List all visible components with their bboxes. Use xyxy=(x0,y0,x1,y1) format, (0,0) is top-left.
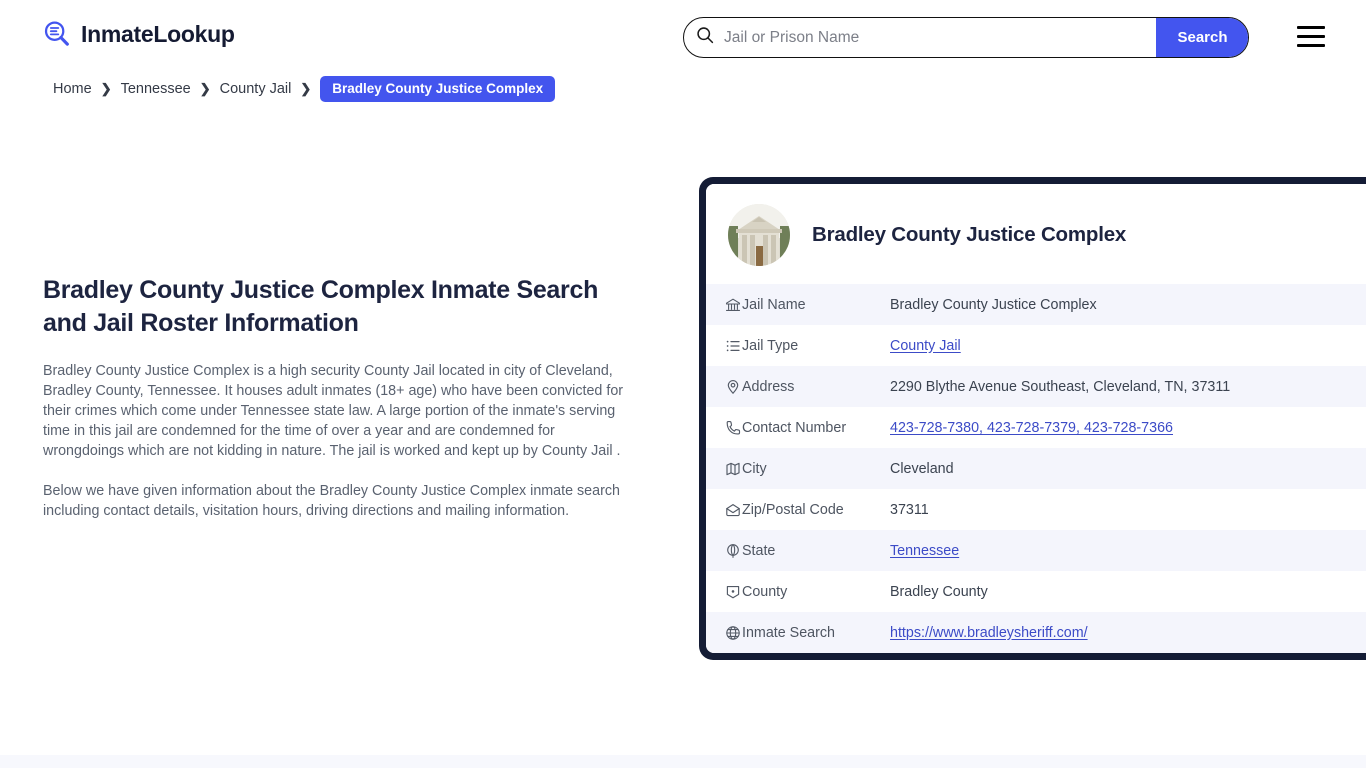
search-input[interactable] xyxy=(714,18,1156,57)
table-row: County Bradley County xyxy=(706,571,1366,612)
table-row: Jail Type County Jail xyxy=(706,325,1366,366)
row-label: Address xyxy=(742,378,795,395)
globe-pin-icon xyxy=(706,530,742,571)
row-label: State xyxy=(742,542,776,559)
article-column: Bradley County Justice Complex Inmate Se… xyxy=(43,274,643,521)
breadcrumb-item-current: Bradley County Justice Complex xyxy=(320,76,556,102)
page-title: Bradley County Justice Complex Inmate Se… xyxy=(43,276,599,337)
description-paragraph-1: Bradley County Justice Complex is a high… xyxy=(43,363,624,459)
courthouse-photo xyxy=(728,204,790,266)
county-icon xyxy=(706,571,742,612)
globe-icon xyxy=(706,612,742,653)
breadcrumb: Home ❯ Tennessee ❯ County Jail ❯ Bradley… xyxy=(53,76,556,102)
table-row: Jail Name Bradley County Justice Complex xyxy=(706,284,1366,325)
row-label: Contact Number xyxy=(742,419,847,436)
map-icon xyxy=(706,448,742,489)
hamburger-menu-icon[interactable] xyxy=(1297,26,1325,47)
facility-info-card: Bradley County Justice Complex Jail Name… xyxy=(699,177,1366,660)
brand-name: InmateLookup xyxy=(81,21,235,47)
row-value: Bradley County Justice Complex xyxy=(890,296,1097,313)
row-value: https://www.bradleysheriff.com/ xyxy=(890,612,1366,653)
search-button[interactable]: Search xyxy=(1156,18,1248,57)
brand-logo[interactable]: InmateLookup xyxy=(42,19,235,49)
envelope-icon xyxy=(706,489,742,530)
row-value: Tennessee xyxy=(890,530,1366,571)
row-label: Jail Name xyxy=(742,296,806,313)
row-value: Bradley County xyxy=(890,583,988,600)
inmate-search-link[interactable]: https://www.bradleysheriff.com/ xyxy=(890,625,1088,641)
chevron-right-icon: ❯ xyxy=(199,81,211,96)
table-row: City Cleveland xyxy=(706,448,1366,489)
row-label: Zip/Postal Code xyxy=(742,501,844,518)
row-label: County xyxy=(742,583,788,600)
magnifier-list-icon xyxy=(42,19,72,49)
table-row: State Tennessee xyxy=(706,530,1366,571)
table-row: Contact Number 423-728-7380, 423-728-737… xyxy=(706,407,1366,448)
row-label: Jail Type xyxy=(742,337,799,354)
search-bar[interactable]: Search xyxy=(683,17,1249,58)
description-paragraph-2: Below we have given information about th… xyxy=(43,483,620,519)
search-icon xyxy=(684,26,714,49)
table-row: Inmate Search https://www.bradleysheriff… xyxy=(706,612,1366,653)
row-label: City xyxy=(742,460,767,477)
table-row: Address 2290 Blythe Avenue Southeast, Cl… xyxy=(706,366,1366,407)
breadcrumb-item-home[interactable]: Home xyxy=(53,81,92,97)
chevron-right-icon: ❯ xyxy=(300,81,312,96)
phone-icon xyxy=(706,407,742,448)
list-icon xyxy=(706,325,742,366)
state-link[interactable]: Tennessee xyxy=(890,543,959,559)
table-row: Zip/Postal Code 37311 xyxy=(706,489,1366,530)
row-label: Inmate Search xyxy=(742,624,835,641)
row-value: County Jail xyxy=(890,325,1366,366)
page-bottom-band xyxy=(0,755,1366,768)
facility-info-table: Jail Name Bradley County Justice Complex… xyxy=(706,284,1366,653)
card-title: Bradley County Justice Complex xyxy=(812,223,1127,246)
breadcrumb-item-tennessee[interactable]: Tennessee xyxy=(121,81,191,97)
row-value: 423-728-7380, 423-728-7379, 423-728-7366 xyxy=(890,407,1366,448)
site-header: InmateLookup Search xyxy=(0,0,1366,74)
row-value: 37311 xyxy=(890,501,929,518)
jail-type-link[interactable]: County Jail xyxy=(890,338,961,354)
row-value: 2290 Blythe Avenue Southeast, Cleveland,… xyxy=(890,378,1231,395)
breadcrumb-item-county-jail[interactable]: County Jail xyxy=(220,81,292,97)
map-pin-icon xyxy=(706,366,742,407)
chevron-right-icon: ❯ xyxy=(100,81,112,96)
contact-number-link[interactable]: 423-728-7380, 423-728-7379, 423-728-7366 xyxy=(890,420,1173,436)
bank-icon xyxy=(706,284,742,325)
card-header: Bradley County Justice Complex xyxy=(706,184,1366,284)
row-value: Cleveland xyxy=(890,460,954,477)
